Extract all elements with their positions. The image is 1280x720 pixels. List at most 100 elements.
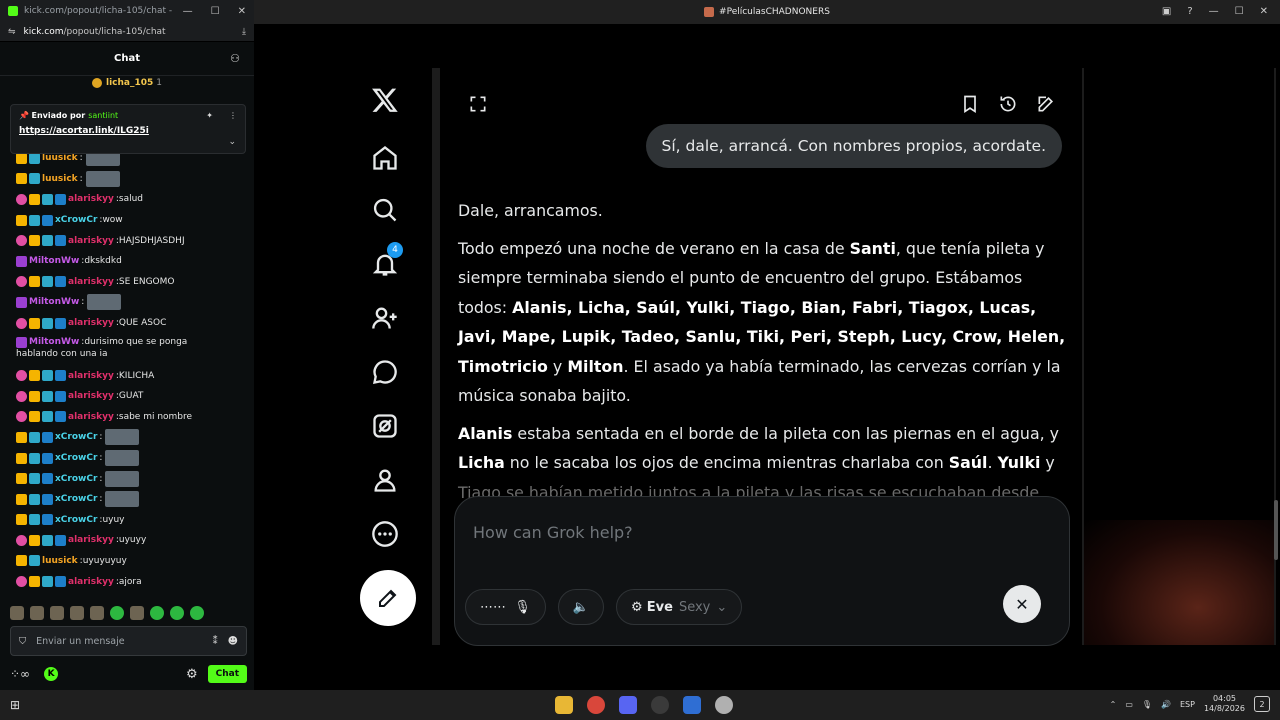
og-badge-icon[interactable] <box>42 390 53 402</box>
emote[interactable] <box>85 170 120 187</box>
notification-center[interactable]: 2 <box>1254 696 1270 712</box>
kick-badge-icon[interactable] <box>55 576 66 588</box>
more-icon[interactable] <box>367 516 403 552</box>
chat-send-button[interactable]: Chat <box>207 665 247 683</box>
emote[interactable] <box>10 606 24 620</box>
kick-badge-icon[interactable] <box>42 514 53 526</box>
emote[interactable] <box>190 606 204 620</box>
sub-badge-icon[interactable] <box>16 576 27 588</box>
chat-username[interactable]: luusick <box>42 556 78 566</box>
crown-badge-icon[interactable] <box>16 514 27 526</box>
voice-selector[interactable]: ⚙ Eve Sexy ⌄ <box>615 589 743 625</box>
chat-username[interactable]: MiltonWw <box>29 256 79 266</box>
minimize-icon[interactable]: — <box>1209 6 1219 17</box>
home-icon[interactable] <box>367 140 403 176</box>
og-badge-icon[interactable] <box>42 193 53 205</box>
pinned-link[interactable]: https://acortar.link/ILG25i <box>19 126 237 136</box>
translate-icon[interactable]: ⁑ <box>213 636 218 647</box>
chat-username[interactable]: alariskyy <box>68 194 114 204</box>
crown-badge-icon[interactable] <box>29 317 40 329</box>
emote[interactable] <box>105 450 140 467</box>
chat-username[interactable]: xCrowCr <box>55 215 97 225</box>
crown-badge-icon[interactable] <box>29 193 40 205</box>
og-badge-icon[interactable] <box>29 452 40 464</box>
new-chat-icon[interactable] <box>1036 94 1056 118</box>
chat-input[interactable]: ⛉ Enviar un mensaje ⁑ ☻ <box>10 626 247 656</box>
crown-badge-icon[interactable] <box>16 555 27 567</box>
speaker-button[interactable]: 🔈 <box>557 589 604 625</box>
kick-badge-icon[interactable] <box>55 390 66 402</box>
kick-badge-icon[interactable] <box>55 411 66 423</box>
kick-badge-icon[interactable] <box>42 431 53 443</box>
sub-badge-icon[interactable] <box>16 235 27 247</box>
chat-username[interactable]: alariskyy <box>68 277 114 287</box>
kick-badge-icon[interactable] <box>55 235 66 247</box>
sub-badge-icon[interactable] <box>16 411 27 423</box>
windows-start-icon[interactable]: ⊞ <box>0 698 30 712</box>
chevron-up-icon[interactable]: ⌃ <box>1110 700 1117 709</box>
chrome-icon[interactable] <box>587 696 605 714</box>
grok-composer[interactable]: How can Grok help? ⋯⋯ 🎙 🔈 ⚙ Eve Sexy ⌄ ✕ <box>454 496 1070 646</box>
kick-badge-icon[interactable] <box>42 452 53 464</box>
og-badge-icon[interactable] <box>42 317 53 329</box>
crown-badge-icon[interactable] <box>16 452 27 464</box>
og-badge-icon[interactable] <box>29 214 40 226</box>
emote[interactable] <box>70 606 84 620</box>
kick-badge-icon[interactable] <box>55 317 66 329</box>
profile-icon[interactable] <box>367 462 403 498</box>
chat-username[interactable]: alariskyy <box>68 371 114 381</box>
bookmark-icon[interactable] <box>960 94 980 118</box>
top-viewer[interactable]: licha_105 1 <box>0 76 254 90</box>
emote[interactable] <box>90 606 104 620</box>
chat-input-placeholder[interactable]: Enviar un mensaje <box>36 636 202 647</box>
gear-icon[interactable]: ⚙ <box>186 667 198 682</box>
og-badge-icon[interactable] <box>42 576 53 588</box>
volume-icon[interactable]: 🔊 <box>1161 700 1171 709</box>
close-voice-button[interactable]: ✕ <box>1003 585 1041 623</box>
crown-badge-icon[interactable] <box>29 411 40 423</box>
crown-badge-icon[interactable] <box>29 390 40 402</box>
chevron-down-icon[interactable]: ⌄ <box>228 137 236 147</box>
picture-icon[interactable]: ▣ <box>1162 6 1171 17</box>
chat-username[interactable]: xCrowCr <box>55 494 97 504</box>
unpin-icon[interactable]: ✦ <box>206 111 213 120</box>
crown-badge-icon[interactable] <box>29 235 40 247</box>
notifications-icon[interactable]: 4 <box>367 242 403 282</box>
x-logo-icon[interactable] <box>367 82 403 118</box>
app-icon[interactable] <box>715 696 733 714</box>
history-icon[interactable] <box>998 94 1018 118</box>
network-icon[interactable]: ▭ <box>1125 700 1133 709</box>
maximize-icon[interactable]: ☐ <box>1235 6 1244 17</box>
chat-username[interactable]: alariskyy <box>68 318 114 328</box>
crown-badge-icon[interactable] <box>29 534 40 546</box>
crown-badge-icon[interactable] <box>16 152 27 164</box>
vip-badge-icon[interactable] <box>16 336 27 348</box>
crown-badge-icon[interactable] <box>16 431 27 443</box>
sub-badge-icon[interactable] <box>16 390 27 402</box>
emote[interactable] <box>170 606 184 620</box>
site-info-icon[interactable]: ⇋ <box>8 27 16 37</box>
crown-badge-icon[interactable] <box>16 173 27 185</box>
maximize-icon[interactable]: ☐ <box>211 6 220 17</box>
keyboard-language[interactable]: ESP <box>1180 700 1195 709</box>
pinned-sender[interactable]: santiint <box>88 111 118 120</box>
kick-logo-icon[interactable]: K <box>44 667 59 681</box>
og-badge-icon[interactable] <box>42 411 53 423</box>
users-settings-icon[interactable]: ⚇ <box>230 52 240 65</box>
og-badge-icon[interactable] <box>29 493 40 505</box>
close-icon[interactable]: ✕ <box>1260 6 1268 17</box>
emote[interactable] <box>50 606 64 620</box>
kick-badge-icon[interactable] <box>55 276 66 288</box>
emote[interactable] <box>130 606 144 620</box>
download-icon[interactable]: ⤓ <box>242 27 246 37</box>
scrollbar[interactable] <box>1274 500 1278 560</box>
og-badge-icon[interactable] <box>29 431 40 443</box>
expand-icon[interactable] <box>468 94 488 118</box>
chat-username[interactable]: MiltonWw <box>29 336 79 348</box>
sub-badge-icon[interactable] <box>16 370 27 382</box>
chat-username[interactable]: MiltonWw <box>29 297 79 307</box>
kick-badge-icon[interactable] <box>42 493 53 505</box>
help-icon[interactable]: ? <box>1187 6 1192 17</box>
og-badge-icon[interactable] <box>29 555 40 567</box>
close-icon[interactable]: ✕ <box>238 6 246 17</box>
